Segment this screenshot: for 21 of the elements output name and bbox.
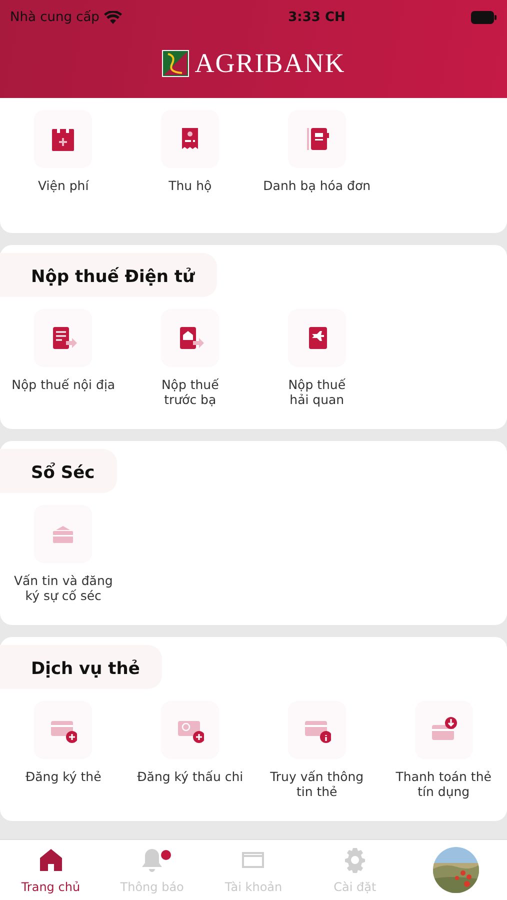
service-tile[interactable]: Nộp thuế hải quan [254,309,380,407]
service-tile[interactable]: Nộp thuế trước bạ [126,309,254,407]
service-tile[interactable]: Viện phí [0,110,127,193]
service-tile[interactable]: Vấn tin và đăng ký sự cố séc [0,505,127,603]
tab-item[interactable]: Trang chủ [0,840,102,900]
service-tile[interactable]: Đăng ký thấu chi [126,701,254,799]
clock-time: 3:33 CH [288,10,346,24]
carrier-name: Nhà cung cấp [10,10,100,24]
section-title: Dịch vụ thẻ [0,645,162,689]
service-tile[interactable]: Truy vấn thông tin thẻ [254,701,380,799]
section-title: Nộp thuế Điện tử [0,253,217,297]
service-tile[interactable]: Đăng ký thẻ [0,701,127,799]
logo-icon [162,50,189,76]
section-title: Sổ Séc [0,449,117,493]
wifi-icon [104,10,122,24]
logo-text: AGRIBANK [194,48,346,78]
service-tile[interactable]: Thanh toán thẻ tín dụng [380,701,507,799]
battery-icon [470,10,497,24]
service-tile[interactable]: Thu hộ [126,110,254,193]
service-tile[interactable]: Danh bạ hóa đơn [254,110,380,193]
service-tile[interactable]: Nộp thuế nội địa [0,309,127,407]
